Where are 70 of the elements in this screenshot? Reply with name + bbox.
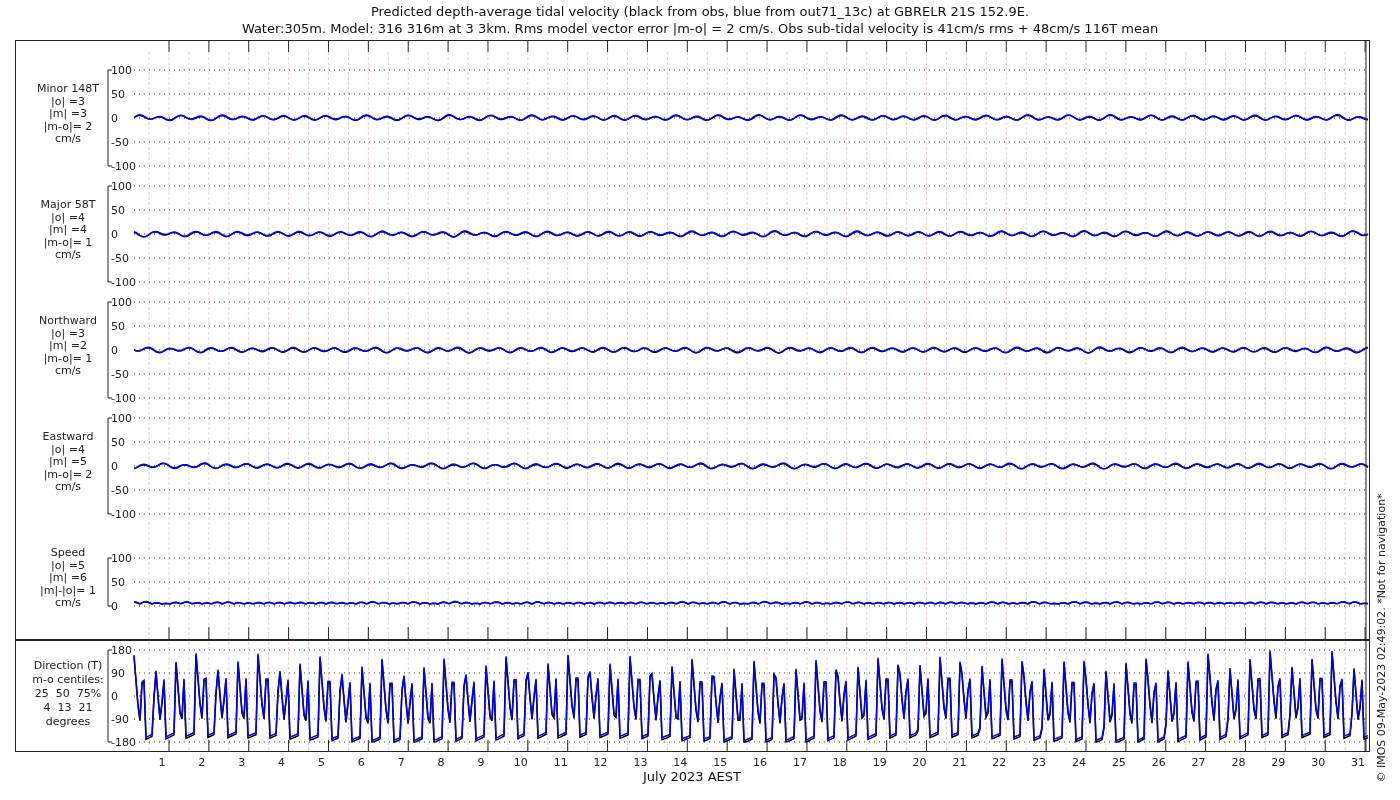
axis-tick-label: 27 xyxy=(1191,756,1206,769)
panel-label: Direction (T) m-o centiles: 25 50 75% 4 13 21 degrees xyxy=(32,659,104,728)
axis-tick-label: 13 xyxy=(633,756,648,769)
axis-tick-label: -100 xyxy=(111,276,136,289)
axis-tick-label: 30 xyxy=(1311,756,1326,769)
axis-tick-label: 0 xyxy=(111,344,118,357)
axis-tick-label: 26 xyxy=(1151,756,1166,769)
panel-label: Major 58T |o| =4 |m| =4 |m-o|= 1 cm/s xyxy=(40,198,96,261)
panel-label: Speed |o| =5 |m| =6 |m|-|o|= 1 cm/s xyxy=(40,546,96,609)
axis-tick-label: -90 xyxy=(111,713,129,726)
axis-tick-label: -100 xyxy=(111,508,136,521)
chart-title: Predicted depth-average tidal velocity (black from obs, blue from out71_13c) at GBRELR 21S 152.9E. xyxy=(370,3,1030,20)
axis-tick-label: 31 xyxy=(1351,756,1366,769)
axis-tick-label: 15 xyxy=(713,756,728,769)
axis-tick-label: -180 xyxy=(111,736,136,749)
axis-tick-label: 180 xyxy=(111,644,132,657)
panel-label: Eastward |o| =4 |m| =5 |m-o|= 2 cm/s xyxy=(42,430,94,493)
panel-label: Northward |o| =3 |m| =2 |m-o|= 1 cm/s xyxy=(39,314,97,377)
axis-tick-label: 19 xyxy=(872,756,887,769)
axis-tick-label: -50 xyxy=(111,252,129,265)
axis-tick-label: 14 xyxy=(673,756,688,769)
credit-text: © IMOS 09-May-2023 02:49:02. *Not for navigation* xyxy=(1375,493,1388,783)
axis-tick-label: 16 xyxy=(753,756,768,769)
chart-title: Water:305m. Model: 316 316m at 3 3km. Rms model vector error |m-o| = 2 cm/s. Obs sub-tidal velocity is 41cm/s rms + 48cm/s 116T mean xyxy=(241,20,1159,37)
axis-tick-label: 6 xyxy=(357,756,365,769)
axis-tick-label: 100 xyxy=(111,64,132,77)
axis-tick-label: 24 xyxy=(1072,756,1086,769)
axis-tick-label: 20 xyxy=(912,756,927,769)
x-axis-title: July 2023 AEST xyxy=(643,769,741,784)
axis-tick-label: 11 xyxy=(553,756,568,769)
axis-tick-label: 50 xyxy=(111,88,125,101)
axis-tick-label: 9 xyxy=(477,756,485,769)
axis-tick-label: 25 xyxy=(1111,756,1126,769)
axis-tick-label: 4 xyxy=(278,756,286,769)
axis-tick-label: 17 xyxy=(792,756,807,769)
axis-tick-label: 0 xyxy=(111,690,118,703)
axis-tick-label: 0 xyxy=(111,460,118,473)
axis-tick-label: 3 xyxy=(238,756,246,769)
axis-tick-label: 18 xyxy=(832,756,847,769)
axis-tick-label: 100 xyxy=(111,180,132,193)
axis-tick-label: 21 xyxy=(952,756,967,769)
axis-tick-label: 100 xyxy=(111,552,132,565)
axis-tick-label: 2 xyxy=(198,756,206,769)
axis-tick-label: 0 xyxy=(111,112,118,125)
axis-tick-label: 90 xyxy=(111,667,125,680)
axis-tick-label: 50 xyxy=(111,436,125,449)
axis-tick-label: -100 xyxy=(111,392,136,405)
axis-tick-label: 50 xyxy=(111,204,125,217)
axis-tick-label: 100 xyxy=(111,412,132,425)
axis-tick-label: 10 xyxy=(513,756,528,769)
axis-tick-label: 0 xyxy=(111,228,118,241)
axis-tick-label: 1 xyxy=(158,756,166,769)
y-axis-line xyxy=(107,557,113,607)
axis-tick-label: 7 xyxy=(397,756,405,769)
axis-tick-label: 100 xyxy=(111,296,132,309)
axis-tick-label: -50 xyxy=(111,136,129,149)
axis-tick-label: 22 xyxy=(992,756,1007,769)
axis-tick-label: 8 xyxy=(437,756,445,769)
axis-tick-label: -100 xyxy=(111,160,136,173)
axis-tick-label: 12 xyxy=(593,756,608,769)
axis-tick-label: 28 xyxy=(1231,756,1246,769)
axis-tick-label: 5 xyxy=(318,756,325,769)
axis-tick-label: -50 xyxy=(111,484,129,497)
axis-tick-label: 50 xyxy=(111,320,125,333)
panel-label: Minor 148T |o| =3 |m| =3 |m-o|= 2 cm/s xyxy=(37,82,99,145)
axis-tick-label: 23 xyxy=(1032,756,1047,769)
axis-tick-label: 29 xyxy=(1271,756,1286,769)
axis-tick-label: 50 xyxy=(111,576,125,589)
axis-tick-label: 0 xyxy=(111,600,118,613)
axis-tick-label: -50 xyxy=(111,368,129,381)
